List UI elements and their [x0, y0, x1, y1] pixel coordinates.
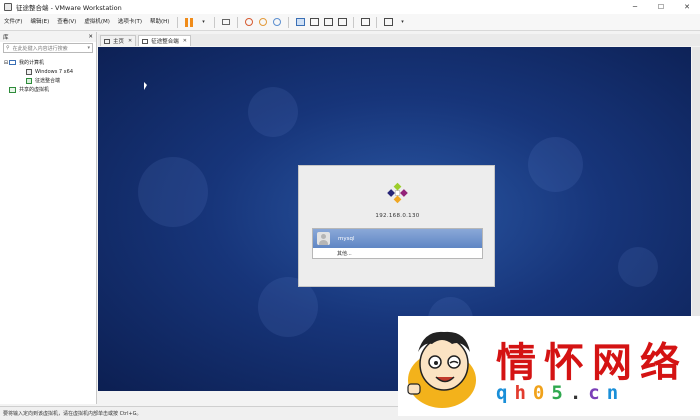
user-list: mysql 其他...: [312, 228, 483, 259]
host-ip-label: 192.168.0.130: [375, 213, 420, 219]
stretch-guest-button[interactable]: [382, 16, 394, 28]
menu-view[interactable]: 查看(V): [53, 14, 80, 31]
toolbar-separator: [376, 16, 378, 28]
library-view-icon: [295, 18, 305, 26]
revert-snapshot-icon: [259, 18, 268, 26]
show-library-button[interactable]: [294, 16, 306, 28]
thumbnail-bar-button[interactable]: [308, 16, 320, 28]
user-name: mysql: [338, 235, 355, 242]
keyboard-icon: [222, 19, 231, 25]
full-screen-button[interactable]: [322, 16, 334, 28]
toolbar-separator: [214, 16, 216, 28]
other-user-button[interactable]: 其他...: [313, 248, 482, 259]
status-text: 要将输入定向到该虚拟机，请在虚拟机内部单击或按 Ctrl+G。: [3, 411, 142, 417]
library-search-input[interactable]: ⚲ 在此处键入内容进行搜索 ▾: [3, 43, 93, 53]
library-close-button[interactable]: ✕: [88, 34, 93, 40]
menu-tabs[interactable]: 选项卡(T): [114, 14, 146, 31]
search-icon: ⚲: [6, 45, 10, 51]
pause-button[interactable]: [183, 16, 195, 28]
tab-vm[interactable]: 征途整合端 ✕: [138, 35, 191, 46]
unity-icon: [337, 18, 347, 26]
shared-vm-icon: [9, 86, 16, 93]
domain-char: 5: [551, 382, 570, 404]
stretch-dropdown-button[interactable]: ▾: [396, 16, 408, 28]
tab-close-button[interactable]: ✕: [128, 38, 132, 44]
title-bar: 征途整合端 - VMware Workstation ─ ☐ ✕: [0, 0, 700, 14]
toolbar-separator: [177, 16, 179, 28]
watermark-domain: qh05.cn: [496, 382, 625, 404]
tree-label: Windows 7 x64: [35, 68, 74, 75]
domain-char: n: [606, 382, 626, 404]
domain-char: h: [514, 382, 533, 404]
tab-close-button[interactable]: ✕: [183, 38, 187, 44]
background-bokeh: [618, 247, 658, 287]
user-avatar-icon: [317, 232, 330, 245]
domain-char: q: [496, 382, 515, 404]
library-panel: 库 ✕ ⚲ 在此处键入内容进行搜索 ▾ ⊟ 我的计算机 Windows 7 x6…: [0, 32, 97, 404]
console-view-button[interactable]: [359, 16, 371, 28]
library-header: 库 ✕: [0, 32, 96, 42]
vmware-app-icon: [4, 3, 12, 11]
tab-label: 征途整合端: [151, 39, 179, 45]
toolbar-separator: [353, 16, 355, 28]
menu-vm[interactable]: 虚拟机(M): [80, 14, 114, 31]
full-screen-icon: [323, 18, 333, 26]
send-ctrl-alt-del-button[interactable]: [220, 16, 232, 28]
maximize-button[interactable]: ☐: [648, 0, 674, 14]
revert-snapshot-button[interactable]: [257, 16, 269, 28]
background-bokeh: [528, 137, 583, 192]
background-bokeh: [248, 87, 298, 137]
tree-label: 共享的虚拟机: [19, 87, 50, 93]
vm-tab-icon: [142, 38, 149, 44]
thumbnail-icon: [309, 18, 319, 26]
background-bokeh: [138, 157, 208, 227]
library-title: 库: [3, 35, 9, 41]
mouse-cursor-icon: [144, 82, 147, 90]
console-icon: [360, 18, 370, 26]
snapshot-button[interactable]: [243, 16, 255, 28]
computer-icon: [9, 60, 16, 65]
cartoon-mascot-icon: [407, 331, 476, 408]
domain-char: 0: [532, 382, 552, 404]
tree-item-vm[interactable]: 征途整合端: [0, 76, 96, 85]
search-placeholder: 在此处键入内容进行搜索: [12, 45, 68, 52]
watermark-title: 情怀网络: [496, 339, 688, 386]
vm-tree: ⊟ 我的计算机 Windows 7 x64 征途整合端 共享的虚拟机: [0, 54, 96, 94]
tab-label: 主页: [113, 39, 125, 45]
centos-logo-icon: [387, 182, 408, 204]
tree-label: 征途整合端: [35, 78, 61, 84]
tree-item-shared-vms[interactable]: 共享的虚拟机: [0, 85, 96, 94]
tree-item-vm[interactable]: Windows 7 x64: [0, 67, 96, 76]
menu-help[interactable]: 帮助(H): [146, 14, 173, 31]
domain-char: .: [569, 382, 589, 404]
close-button[interactable]: ✕: [674, 0, 700, 14]
snapshot-manager-icon: [273, 18, 282, 26]
minimize-button[interactable]: ─: [622, 0, 648, 14]
domain-char: c: [588, 382, 607, 404]
search-dropdown-button[interactable]: ▾: [87, 45, 90, 51]
home-icon: [104, 38, 110, 44]
window-title: 征途整合端 - VMware Workstation: [16, 4, 122, 12]
caption-buttons: ─ ☐ ✕: [622, 0, 700, 14]
stretch-icon: [383, 18, 393, 26]
toolbar-separator: [237, 16, 239, 28]
menu-file[interactable]: 文件(F): [0, 14, 26, 31]
snapshot-icon: [245, 18, 254, 26]
login-dialog: 192.168.0.130 mysql 其他...: [298, 165, 495, 287]
pause-icon: [185, 17, 194, 27]
toolbar-separator: [288, 16, 290, 28]
snapshot-manager-button[interactable]: [271, 16, 283, 28]
tab-bar: 主页 ✕ 征途整合端 ✕: [98, 34, 700, 46]
tab-home[interactable]: 主页 ✕: [100, 35, 137, 46]
user-item-mysql[interactable]: mysql: [313, 229, 482, 248]
menu-bar: 文件(F) 编辑(E) 查看(V) 虚拟机(M) 选项卡(T) 帮助(H) ▾ …: [0, 14, 700, 31]
vm-running-icon: [26, 77, 32, 84]
tree-label: 我的计算机: [19, 60, 45, 66]
tree-item-my-computer[interactable]: ⊟ 我的计算机: [0, 58, 96, 67]
menu-edit[interactable]: 编辑(E): [26, 14, 53, 31]
watermark: 情怀网络 qh05.cn: [398, 316, 700, 416]
unity-button[interactable]: [336, 16, 348, 28]
power-dropdown-button[interactable]: ▾: [197, 16, 209, 28]
vm-icon: [26, 68, 32, 75]
